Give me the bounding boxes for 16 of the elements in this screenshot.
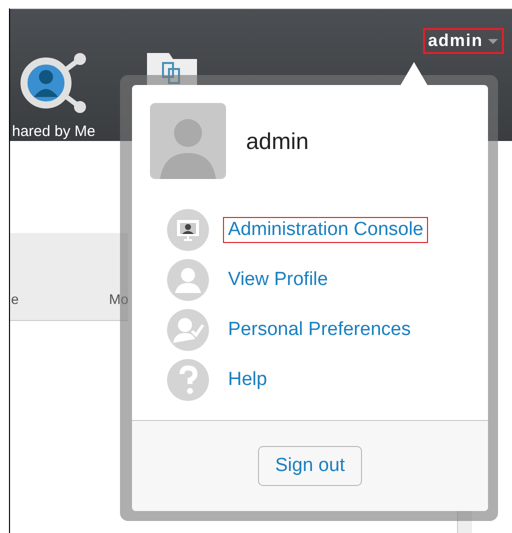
avatar-silhouette-icon <box>150 103 226 179</box>
person-icon <box>167 259 209 301</box>
menu-link[interactable]: Help <box>223 367 272 393</box>
caret-icon <box>487 37 499 45</box>
person-check-icon <box>167 309 209 351</box>
menu-link[interactable]: View Profile <box>223 267 333 293</box>
nav-label[interactable]: hared by Me <box>12 123 96 140</box>
user-name: admin <box>246 128 309 154</box>
monitor-person-icon <box>167 209 209 251</box>
sign-out-button[interactable]: Sign out <box>258 446 362 486</box>
column-header: e <box>11 291 19 307</box>
column-header: Mo <box>109 291 128 307</box>
user-menu-button[interactable]: admin <box>422 28 504 54</box>
help-icon <box>167 359 209 401</box>
menu-link[interactable]: Administration Console <box>223 217 428 243</box>
menu-link[interactable]: Personal Preferences <box>223 317 416 343</box>
